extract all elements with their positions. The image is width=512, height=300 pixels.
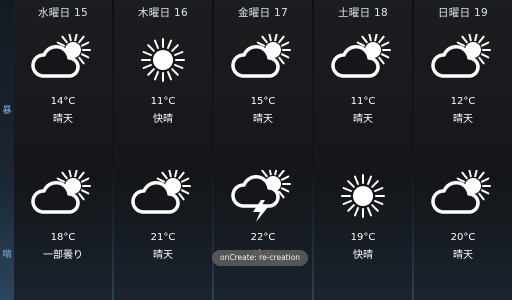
temperature: 14°C	[50, 96, 76, 107]
partly-cloudy-icon	[131, 170, 195, 222]
forecast-screen: 暴 喘 水曜日 15 14°C 晴天 18°C 一部曇り 木曜日 16 11°C…	[0, 0, 512, 300]
temperature: 11°C	[150, 96, 176, 107]
temperature: 19°C	[350, 232, 376, 243]
forecast-cell[interactable]: 15°C 晴天	[214, 26, 312, 166]
day-column-3[interactable]: 土曜日 18 11°C 晴天 19°C 快晴	[314, 0, 412, 300]
forecast-cell[interactable]: 21°C 晴天	[114, 162, 212, 300]
day-column-4[interactable]: 日曜日 19 12°C 晴天 20°C 晴天	[414, 0, 512, 300]
condition: 晴天	[253, 114, 273, 125]
day-title: 木曜日 16	[138, 7, 188, 19]
partly-cloudy-icon	[31, 34, 95, 86]
partly-cloudy-icon	[331, 34, 395, 86]
toast-message: onCreate: re-creation	[212, 250, 309, 266]
forecast-cell[interactable]: 19°C 快晴	[314, 162, 412, 300]
temperature: 18°C	[50, 232, 76, 243]
thunderstorm-sun-icon	[231, 170, 295, 222]
temperature: 15°C	[250, 96, 276, 107]
day-title: 金曜日 17	[238, 7, 288, 19]
forecast-cell[interactable]: 12°C 晴天	[414, 26, 512, 166]
condition: 快晴	[153, 114, 173, 125]
condition: 快晴	[353, 250, 373, 261]
forecast-cell[interactable]: 20°C 晴天	[414, 162, 512, 300]
forecast-cell[interactable]: 18°C 一部曇り	[14, 162, 112, 300]
left-edge-strip: 暴 喘	[0, 0, 14, 300]
forecast-cell[interactable]: 11°C 快晴	[114, 26, 212, 166]
condition: 晴天	[153, 250, 173, 261]
edge-label-bottom: 喘	[2, 250, 12, 260]
temperature: 21°C	[150, 232, 176, 243]
forecast-cell[interactable]: 11°C 晴天	[314, 26, 412, 166]
day-title: 日曜日 19	[438, 7, 488, 19]
partly-cloudy-icon	[431, 170, 495, 222]
temperature: 12°C	[450, 96, 476, 107]
day-column-0[interactable]: 水曜日 15 14°C 晴天 18°C 一部曇り	[14, 0, 112, 300]
forecast-cell[interactable]: 22°C 晴天	[214, 162, 312, 300]
condition: 晴天	[53, 114, 73, 125]
temperature: 22°C	[250, 232, 276, 243]
partly-cloudy-icon	[231, 34, 295, 86]
sun-icon	[131, 34, 195, 86]
condition: 晴天	[453, 250, 473, 261]
forecast-cell[interactable]: 14°C 晴天	[14, 26, 112, 166]
day-title: 水曜日 15	[38, 7, 88, 19]
condition: 晴天	[453, 114, 473, 125]
temperature: 20°C	[450, 232, 476, 243]
condition: 一部曇り	[43, 250, 83, 261]
condition: 晴天	[353, 114, 373, 125]
partly-cloudy-icon	[431, 34, 495, 86]
temperature: 11°C	[350, 96, 376, 107]
partly-cloudy-icon	[31, 170, 95, 222]
edge-label-top: 暴	[2, 106, 12, 116]
day-column-1[interactable]: 木曜日 16 11°C 快晴 21°C 晴天	[114, 0, 212, 300]
sun-icon	[331, 170, 395, 222]
day-title: 土曜日 18	[338, 7, 388, 19]
